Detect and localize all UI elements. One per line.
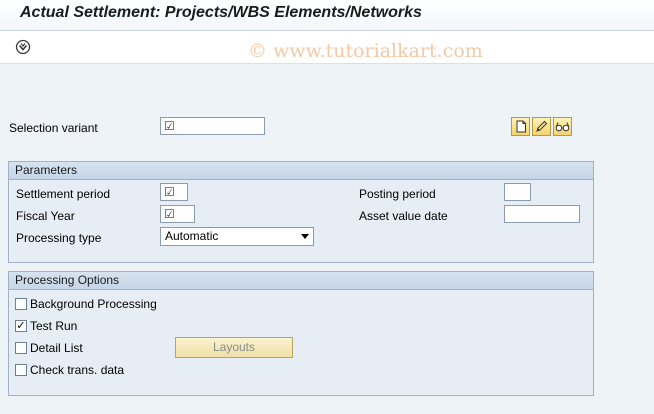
test-run-label: Test Run (30, 319, 78, 333)
display-variant-button[interactable] (553, 117, 572, 136)
processing-type-select[interactable]: Automatic (160, 227, 314, 246)
settlement-period-label: Settlement period (16, 187, 111, 201)
detail-list-label: Detail List (30, 341, 83, 355)
parameters-group-title: Parameters (9, 162, 593, 180)
processing-options-group: Processing Options (8, 271, 594, 396)
change-variant-button[interactable] (532, 117, 551, 136)
posting-period-label: Posting period (359, 187, 436, 201)
background-processing-checkbox[interactable] (15, 298, 27, 310)
asset-value-date-label: Asset value date (359, 209, 448, 223)
layouts-button[interactable]: Layouts (175, 337, 293, 358)
check-trans-data-checkbox[interactable] (15, 364, 27, 376)
processing-type-value: Automatic (165, 229, 219, 243)
selection-variant-label: Selection variant (9, 121, 98, 135)
required-check-icon: ☑ (164, 185, 175, 199)
check-trans-data-label: Check trans. data (30, 363, 125, 377)
watermark: © www.tutorialkart.com (248, 40, 483, 62)
edit-pencil-icon (536, 120, 548, 132)
detail-list-checkbox[interactable] (15, 342, 27, 354)
required-check-icon: ☑ (164, 207, 175, 221)
display-glasses-icon (555, 122, 570, 132)
asset-value-date-input[interactable] (504, 205, 580, 223)
selection-variant-input[interactable]: ☑ (160, 117, 265, 135)
dropdown-arrow-icon[interactable] (301, 234, 309, 239)
execute-button[interactable] (14, 38, 32, 56)
fiscal-year-input[interactable]: ☑ (160, 205, 195, 223)
processing-type-label: Processing type (16, 231, 102, 245)
page-title: Actual Settlement: Projects/WBS Elements… (20, 4, 422, 21)
processing-options-group-title: Processing Options (9, 272, 593, 290)
execute-icon (15, 39, 31, 55)
fiscal-year-label: Fiscal Year (16, 209, 75, 223)
settlement-period-input[interactable]: ☑ (160, 183, 188, 201)
new-document-icon (516, 120, 526, 133)
required-check-icon: ☑ (164, 119, 175, 133)
create-variant-button[interactable] (511, 117, 530, 136)
test-run-checkbox[interactable]: ✓ (15, 320, 27, 332)
title-bar: Actual Settlement: Projects/WBS Elements… (0, 0, 654, 31)
background-processing-label: Background Processing (30, 297, 157, 311)
posting-period-input[interactable] (504, 183, 531, 201)
